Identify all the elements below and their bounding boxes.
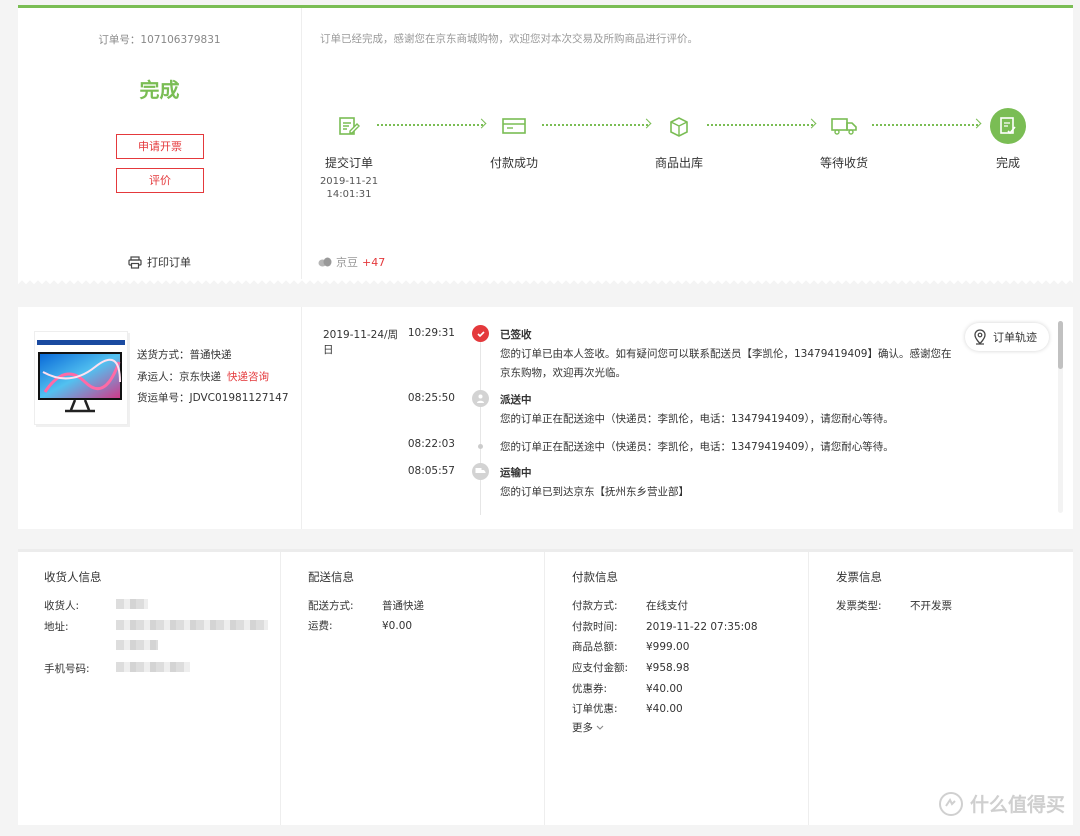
progress-connector	[707, 124, 813, 128]
payment-card-icon	[496, 108, 532, 144]
location-pin-icon	[974, 329, 986, 345]
redacted-address	[116, 620, 268, 630]
chevron-down-icon	[596, 725, 604, 730]
order-status: 完成	[139, 78, 180, 102]
step-submit-order: 提交订单 2019-11-21 14:01:31	[304, 108, 394, 201]
progress-connector	[377, 124, 483, 128]
product-thumbnail[interactable]	[34, 331, 128, 425]
review-button[interactable]: 评价	[116, 168, 204, 193]
courier-consult-link[interactable]: 快递咨询	[227, 371, 269, 383]
complete-icon	[990, 108, 1026, 144]
invoice-info: 发票信息 发票类型: 不开发票	[836, 570, 952, 612]
delivery-info: 配送信息 配送方式: 普通快递 运费: ¥0.00	[282, 552, 545, 825]
truck-icon	[826, 108, 862, 144]
edit-order-icon	[331, 108, 367, 144]
shipping-details: 送货方式：普通快递 承运人：京东快递 快递咨询 货运单号：JDVC01981127…	[137, 349, 289, 404]
site-watermark: 什么值得买	[938, 790, 1065, 817]
package-icon	[661, 108, 697, 144]
step-complete: 完成	[963, 108, 1053, 171]
order-complete-notice: 订单已经完成，感谢您在京东商城购物，欢迎您对本次交易及所购商品进行评价。	[320, 33, 698, 45]
order-summary: 订单号：107106379831 完成 申请开票 评价 打印订单	[18, 8, 302, 279]
order-route-button[interactable]: 订单轨迹	[965, 323, 1049, 351]
order-number: 订单号：107106379831	[98, 34, 221, 46]
courier-icon	[472, 390, 489, 407]
redacted-name	[116, 599, 148, 609]
order-progress: 订单已经完成，感谢您在京东商城购物，欢迎您对本次交易及所购商品进行评价。 提交订…	[303, 8, 1073, 279]
print-order-button[interactable]: 打印订单	[128, 254, 191, 270]
scrollbar-thumb[interactable]	[1058, 321, 1063, 369]
payment-info: 付款信息 付款方式: 在线支付 付款时间: 2019-11-22 07:35:08 …	[546, 552, 809, 825]
step-outbound: 商品出库	[634, 108, 724, 171]
more-link[interactable]: 更多	[572, 720, 604, 735]
apply-invoice-button[interactable]: 申请开票	[116, 134, 204, 159]
printer-icon	[128, 255, 142, 269]
tracking-scrollbar[interactable]	[1058, 321, 1063, 513]
watermark-logo-icon	[938, 791, 963, 816]
shipment-info: 送货方式：普通快递 承运人：京东快递 快递咨询 货运单号：JDVC01981127…	[18, 307, 302, 529]
tracking-timeline: 2019-11-24/周日 10:29:31 已签收 您的订单已由本人签收。如有…	[303, 307, 1073, 529]
order-status-panel: 订单号：107106379831 完成 申请开票 评价 打印订单 订单已经完成，…	[18, 5, 1073, 285]
beans-icon	[318, 257, 332, 267]
step-awaiting-delivery: 等待收货	[799, 108, 889, 171]
jd-beans: 京豆 +47	[318, 254, 385, 270]
transit-icon	[472, 463, 489, 480]
logistics-panel: 送货方式：普通快递 承运人：京东快递 快递咨询 货运单号：JDVC01981127…	[18, 307, 1073, 529]
progress-connector	[542, 124, 648, 128]
check-icon	[472, 325, 489, 342]
timeline-dot	[478, 444, 483, 449]
tracking-number: JDVC01981127147	[189, 392, 289, 404]
order-info-panel: 收货人信息 收货人: 地址: 手机号码: 配送信息 配送方式: 普通快递 运费: ¥…	[18, 549, 1073, 825]
step-payment: 付款成功	[469, 108, 559, 171]
redacted-address	[116, 640, 158, 650]
consignee-info: 收货人信息 收货人: 地址: 手机号码:	[18, 552, 281, 825]
progress-steps: 提交订单 2019-11-21 14:01:31 付款成功 商品出库 等待收货 …	[303, 108, 1073, 208]
redacted-phone	[116, 662, 190, 672]
